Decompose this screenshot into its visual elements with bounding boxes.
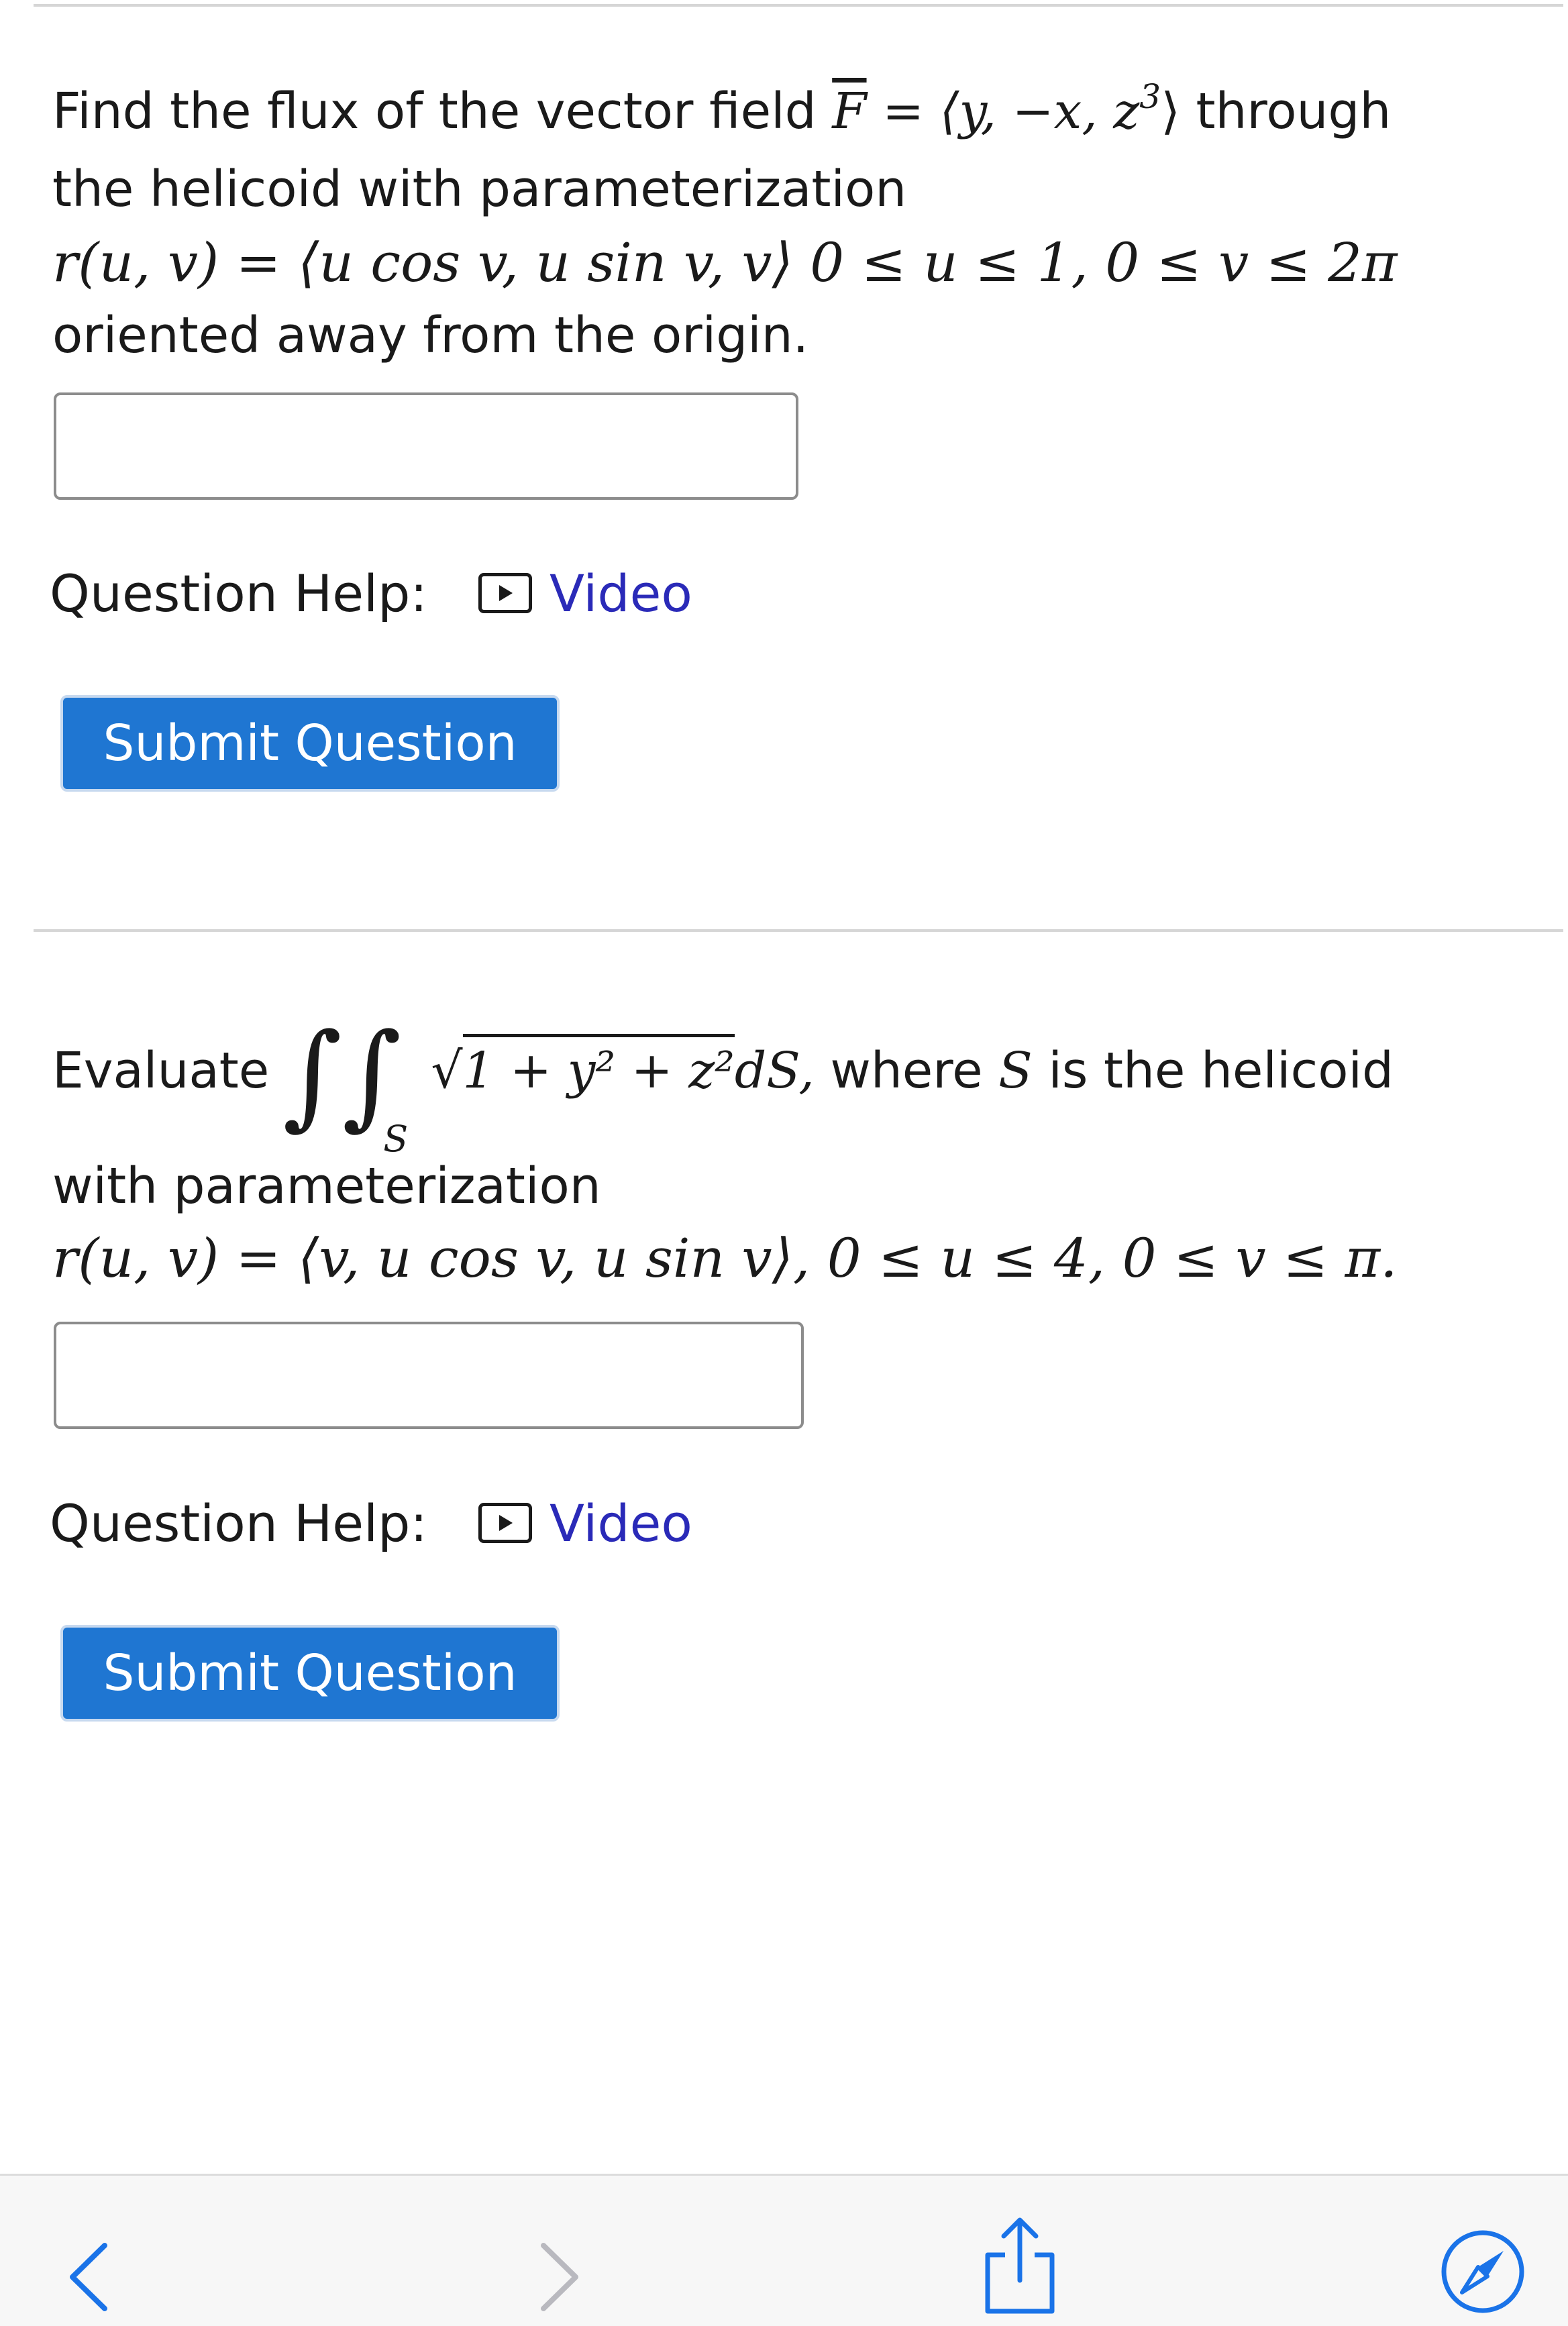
question-2-help: Question Help: Video	[50, 1489, 692, 1556]
double-integral: ∫∫ S	[282, 1018, 408, 1160]
question-1-video-link[interactable]: Video	[478, 564, 692, 623]
chevron-right-icon[interactable]	[537, 2240, 584, 2317]
chevron-left-icon[interactable]	[64, 2240, 111, 2317]
question-2-line-2: with parameterization	[52, 1157, 601, 1215]
surface-symbol: S	[998, 1042, 1033, 1100]
question-2-line-1: Evaluate ∫∫ S √1 + y² + z²dS, where S is th…	[52, 1018, 1394, 1160]
question-help-label: Question Help:	[50, 563, 427, 623]
question-2-parameterization: r(u, v) = ⟨v, u cos v, u sin v⟩, 0 ≤ u ≤…	[52, 1227, 1398, 1289]
play-video-icon	[478, 573, 532, 613]
browser-toolbar	[0, 2174, 1568, 2326]
radical-sign: √	[431, 1042, 463, 1100]
question-help-label: Question Help:	[50, 1493, 427, 1553]
square-root-expression: √1 + y² + z²	[431, 1033, 735, 1108]
question-1-answer-input[interactable]	[54, 392, 798, 500]
video-label: Video	[549, 563, 692, 623]
question-1-line-2: the helicoid with parameterization	[52, 160, 907, 218]
question-1-submit-button[interactable]: Submit Question	[60, 695, 560, 792]
question-2-text-a: Evaluate	[52, 1042, 270, 1100]
question-1-text-b: through	[1180, 83, 1392, 140]
question-2-submit-button[interactable]: Submit Question	[60, 1625, 560, 1722]
share-icon[interactable]	[981, 2216, 1059, 2319]
question-1-text-a: Find the flux of the vector field	[52, 83, 833, 140]
question-1-help: Question Help: Video	[50, 560, 692, 627]
question-divider	[34, 929, 1563, 932]
question-1-parameterization: r(u, v) = ⟨u cos v, u sin v, v⟩ 0 ≤ u ≤ …	[52, 231, 1398, 294]
question-1-line-4: oriented away from the origin.	[52, 307, 809, 364]
top-divider	[34, 4, 1563, 7]
play-video-icon	[478, 1503, 532, 1543]
vector-field-math: F = ⟨y, −x, z3⟩	[832, 77, 1180, 140]
video-label: Video	[549, 1493, 692, 1553]
surface-element: dS,	[734, 1042, 815, 1100]
question-1-line-1: Find the flux of the vector field F = ⟨y…	[52, 74, 1391, 149]
compass-icon[interactable]	[1439, 2228, 1526, 2318]
question-2-answer-input[interactable]	[54, 1322, 804, 1429]
radicand: 1 + y² + z²	[462, 1034, 735, 1102]
question-2-video-link[interactable]: Video	[478, 1493, 692, 1553]
